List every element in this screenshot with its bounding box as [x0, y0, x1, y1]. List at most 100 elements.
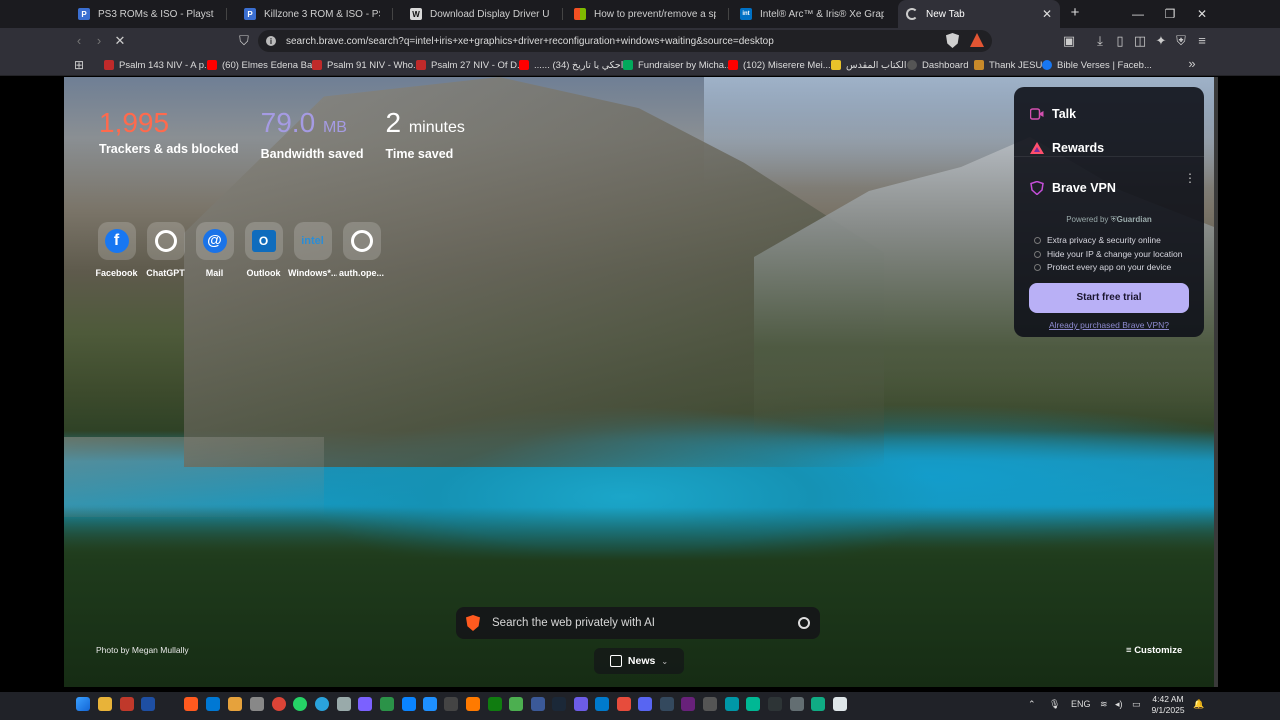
bookmark-item[interactable]: Psalm 27 NIV - Of D...: [416, 57, 525, 73]
more-bookmarks-icon[interactable]: »: [1183, 55, 1201, 73]
app-icon[interactable]: [746, 697, 760, 711]
app-icon[interactable]: [725, 697, 739, 711]
app-icon[interactable]: [358, 697, 372, 711]
app-icon[interactable]: [833, 697, 847, 711]
app-icon[interactable]: [768, 697, 782, 711]
start-free-trial-button[interactable]: Start free trial: [1029, 283, 1189, 313]
xbox-icon[interactable]: [488, 697, 502, 711]
app-icon[interactable]: [509, 697, 523, 711]
forward-button[interactable]: ›: [90, 32, 108, 50]
tab-ddu[interactable]: W Download Display Driver Uninstaller: [402, 0, 558, 28]
language-indicator[interactable]: ENG: [1071, 699, 1091, 709]
feature-text: Protect every app on your device: [1047, 262, 1172, 272]
whatsapp-icon[interactable]: [293, 697, 307, 711]
app-icon[interactable]: [660, 697, 674, 711]
new-tab-button[interactable]: +: [1066, 4, 1084, 22]
tab-killzone[interactable]: P Killzone 3 ROM & ISO - PS3 Game: [236, 0, 388, 28]
tab-new-tab[interactable]: New Tab ✕: [898, 0, 1060, 28]
menu-icon[interactable]: ≡: [1193, 32, 1211, 50]
bookmark-item[interactable]: Dashboard: [907, 57, 968, 73]
apps-grid-icon[interactable]: ⊞: [70, 56, 88, 74]
bookmark-item[interactable]: ...... احكي يا تاريخ (34): [519, 57, 623, 73]
app-icon[interactable]: [337, 697, 351, 711]
chrome-icon[interactable]: [272, 697, 286, 711]
telegram-icon[interactable]: [315, 697, 329, 711]
wallet-button-icon[interactable]: ◫: [1131, 32, 1149, 50]
app-icon[interactable]: [120, 697, 134, 711]
app-icon[interactable]: [703, 697, 717, 711]
talk-widget[interactable]: Talk: [1030, 107, 1076, 121]
volume-icon[interactable]: ◂): [1115, 699, 1123, 710]
site-info-icon[interactable]: i: [266, 36, 276, 46]
vscode-icon[interactable]: [595, 697, 609, 711]
close-window-button[interactable]: ✕: [1186, 0, 1218, 28]
notification-bell-icon[interactable]: 🔔: [1193, 699, 1204, 710]
already-purchased-link[interactable]: Already purchased Brave VPN?: [1014, 320, 1204, 330]
tab-prevent-update[interactable]: How to prevent/remove a specific up: [566, 0, 724, 28]
file-explorer-icon[interactable]: [98, 697, 112, 711]
bookmark-item[interactable]: (60) Elmes Edena Ba...: [207, 57, 320, 73]
bookmark-item[interactable]: Fundraiser by Micha...: [623, 57, 732, 73]
sidebar-toggle-icon[interactable]: ▯: [1111, 32, 1129, 50]
restore-button[interactable]: ❐: [1154, 0, 1186, 28]
customize-button[interactable]: ≡ Customize: [1126, 645, 1182, 656]
app-icon[interactable]: [141, 697, 155, 711]
search-box[interactable]: Search the web privately with AI: [456, 607, 820, 639]
bookmark-icon[interactable]: ⛉: [235, 32, 253, 50]
back-button[interactable]: ‹: [70, 32, 88, 50]
app-icon[interactable]: [402, 697, 416, 711]
minimize-button[interactable]: —: [1122, 0, 1154, 28]
show-hidden-icons[interactable]: ⌃: [1028, 699, 1036, 710]
app-icon[interactable]: [444, 697, 458, 711]
photo-credit[interactable]: Photo by Megan Mullally: [96, 645, 189, 655]
top-site-outlook[interactable]: O Outlook: [239, 222, 288, 278]
app-icon[interactable]: [228, 697, 242, 711]
top-site-intel[interactable]: intel Windows*...: [288, 222, 337, 278]
app-icon[interactable]: [206, 697, 220, 711]
vpn-more-options-icon[interactable]: ⋮: [1184, 171, 1196, 185]
close-tab-icon[interactable]: ✕: [1042, 7, 1052, 21]
app-icon[interactable]: [466, 697, 480, 711]
start-icon[interactable]: [76, 697, 90, 711]
rewards-widget[interactable]: Rewards: [1030, 141, 1104, 155]
bookmark-item[interactable]: Thank JESUS: [974, 57, 1049, 73]
bookmark-item[interactable]: الكتاب المقدس: [831, 57, 907, 73]
battery-icon[interactable]: ▭: [1132, 699, 1141, 710]
app-icon[interactable]: [380, 697, 394, 711]
scrollbar[interactable]: [1214, 77, 1218, 687]
tab-intel-arc[interactable]: int Intel® Arc™ & Iris® Xe Graphics - W: [732, 0, 892, 28]
bookmark-item[interactable]: Psalm 91 NIV - Who...: [312, 57, 421, 73]
steam-icon[interactable]: [552, 697, 566, 711]
app-icon[interactable]: [617, 697, 631, 711]
wifi-icon[interactable]: ≋: [1100, 699, 1108, 710]
news-button[interactable]: News ⌄: [594, 648, 684, 674]
address-bar[interactable]: i search.brave.com/search?q=intel+iris+x…: [258, 30, 992, 52]
downloads-icon[interactable]: ⤓: [1091, 32, 1109, 50]
app-icon[interactable]: [423, 697, 437, 711]
app-icon[interactable]: [811, 697, 825, 711]
tab-ps3-roms[interactable]: P PS3 ROMs & ISO - Playstation 3 Dec: [70, 0, 222, 28]
search-icon[interactable]: [798, 617, 810, 629]
microphone-icon[interactable]: 🎙: [1049, 699, 1060, 710]
top-site-openai[interactable]: auth.ope...: [337, 222, 386, 278]
app-icon[interactable]: [574, 697, 588, 711]
app-icon[interactable]: [790, 697, 804, 711]
stop-loading-button[interactable]: ✕: [111, 32, 129, 50]
settings-icon[interactable]: [250, 697, 264, 711]
wallet-icon[interactable]: ▣: [1060, 32, 1078, 50]
bookmarks-bar: ⊞ Psalm 143 NIV - A p... (60) Elmes Eden…: [0, 54, 1280, 76]
app-icon[interactable]: [531, 697, 545, 711]
bookmark-item[interactable]: (102) Miserere Mei...: [728, 57, 831, 73]
discord-icon[interactable]: [638, 697, 652, 711]
leo-ai-icon[interactable]: ✦: [1152, 32, 1170, 50]
visual-studio-icon[interactable]: [681, 697, 695, 711]
top-site-facebook[interactable]: f Facebook: [92, 222, 141, 278]
top-site-chatgpt[interactable]: ChatGPT: [141, 222, 190, 278]
vpn-icon[interactable]: ⛨: [1172, 32, 1190, 50]
loading-spinner-icon: [906, 8, 918, 20]
system-clock[interactable]: 4:42 AM 9/1/2025: [1148, 694, 1188, 716]
bookmark-item[interactable]: Psalm 143 NIV - A p...: [104, 57, 212, 73]
top-site-mail[interactable]: @ Mail: [190, 222, 239, 278]
brave-browser-icon[interactable]: [184, 697, 198, 711]
bookmark-item[interactable]: Bible Verses | Faceb...: [1042, 57, 1152, 73]
